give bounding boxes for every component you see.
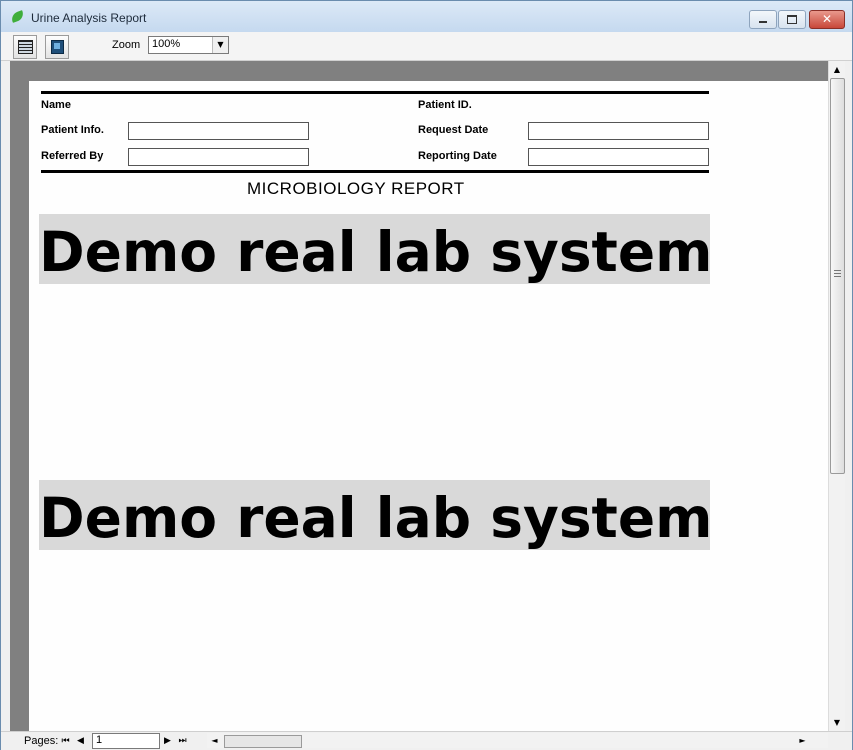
report-page: Name Patient ID. Patient Info. Request D… — [29, 81, 828, 731]
maximize-icon — [787, 15, 797, 24]
header-rule-bottom — [41, 170, 709, 173]
zoom-select[interactable]: 100% ▼ — [148, 36, 229, 54]
request-date-field — [528, 122, 709, 140]
page-number-value: 1 — [96, 734, 103, 746]
scroll-up-icon[interactable]: ▲ — [829, 61, 845, 78]
printer-icon — [18, 40, 33, 54]
pages-label: Pages: — [24, 735, 59, 747]
demo-watermark-text: Demo real lab system — [39, 220, 713, 284]
demo-watermark-text: Demo real lab system — [39, 486, 713, 550]
report-window: Urine Analysis Report ✕ Zoom 100% ▼ Name… — [0, 0, 853, 750]
referred-by-field — [128, 148, 309, 166]
window-title: Urine Analysis Report — [31, 11, 147, 25]
request-date-label: Request Date — [418, 124, 489, 136]
page-number-input[interactable]: 1 — [92, 733, 160, 749]
export-button[interactable] — [45, 35, 69, 59]
previous-page-icon[interactable]: ◀ — [75, 734, 86, 748]
patient-info-field — [128, 122, 309, 140]
vertical-scroll-thumb[interactable] — [830, 78, 845, 474]
print-button[interactable] — [13, 35, 37, 59]
scroll-left-icon[interactable]: ◄ — [207, 733, 222, 748]
horizontal-scrollbar[interactable]: ◄ ► — [207, 733, 828, 748]
patient-id-label: Patient ID. — [418, 99, 472, 111]
vertical-scrollbar[interactable]: ▲ ▼ — [828, 61, 845, 731]
title-bar[interactable]: Urine Analysis Report ✕ — [1, 1, 852, 32]
page-navigation-bar: Pages: ⏮ ◀ 1 ▶ ⏭ ◄ ► — [1, 731, 852, 750]
patient-info-label: Patient Info. — [41, 124, 104, 136]
referred-by-label: Referred By — [41, 150, 104, 162]
grip-icon — [834, 270, 841, 277]
minimize-button[interactable] — [749, 10, 777, 29]
export-icon — [51, 40, 64, 54]
reporting-date-label: Reporting Date — [418, 150, 497, 162]
scroll-down-icon[interactable]: ▼ — [829, 714, 845, 731]
first-page-icon[interactable]: ⏮ — [60, 734, 71, 748]
horizontal-scroll-thumb[interactable] — [224, 735, 302, 748]
scroll-right-icon[interactable]: ► — [795, 733, 810, 748]
demo-watermark-banner: Demo real lab system — [39, 480, 713, 550]
chevron-down-icon[interactable]: ▼ — [212, 37, 228, 53]
zoom-value: 100% — [152, 38, 181, 50]
reporting-date-field — [528, 148, 709, 166]
zoom-label: Zoom — [112, 39, 141, 51]
name-label: Name — [41, 99, 71, 111]
demo-watermark-banner: Demo real lab system — [39, 214, 713, 284]
last-page-icon[interactable]: ⏭ — [177, 734, 188, 748]
maximize-button[interactable] — [778, 10, 806, 29]
report-heading: MICROBIOLOGY REPORT — [247, 179, 465, 198]
close-button[interactable]: ✕ — [809, 10, 845, 29]
report-viewport: Name Patient ID. Patient Info. Request D… — [10, 61, 828, 731]
leaf-app-icon — [9, 10, 26, 23]
next-page-icon[interactable]: ▶ — [162, 734, 173, 748]
header-rule-top — [41, 91, 709, 94]
close-icon: ✕ — [821, 12, 833, 26]
minimize-icon — [759, 21, 767, 23]
